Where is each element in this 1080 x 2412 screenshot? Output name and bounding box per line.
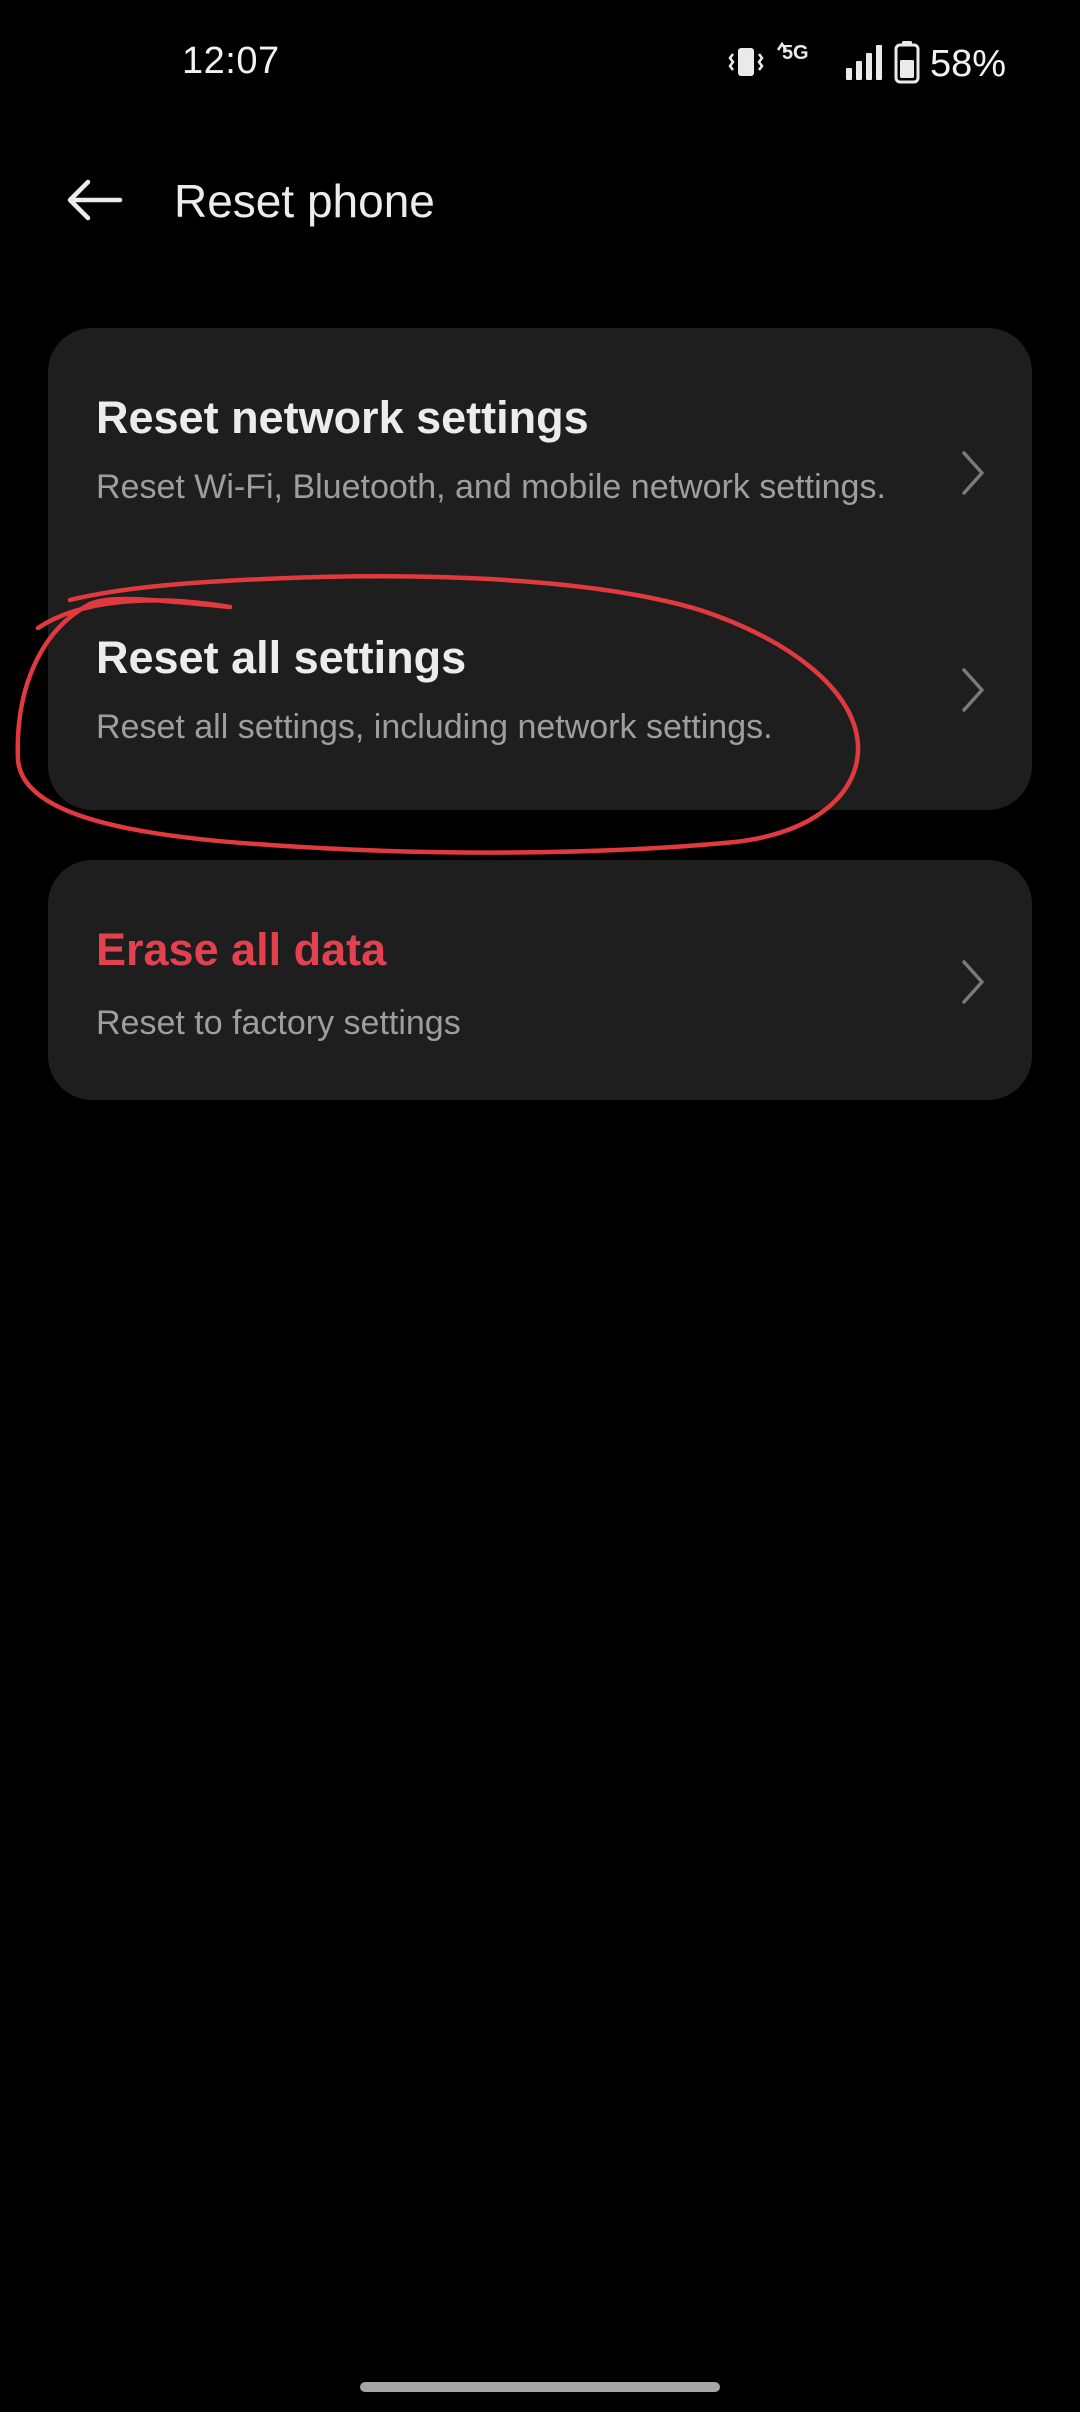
item-subtitle: Reset to factory settings: [96, 1004, 461, 1042]
chevron-right-icon: [962, 960, 984, 1004]
gesture-navigation-bar[interactable]: [360, 2382, 720, 2392]
item-title-danger: Erase all data: [96, 924, 387, 975]
back-button[interactable]: [56, 170, 132, 234]
settings-group-reset: Reset network settings Reset Wi-Fi, Blue…: [48, 328, 1032, 810]
mobile-data-icon: 5G: [776, 40, 834, 88]
item-subtitle: Reset Wi-Fi, Bluetooth, and mobile netwo…: [96, 468, 886, 506]
item-title: Reset all settings: [96, 632, 467, 683]
status-time: 12:07: [182, 40, 280, 82]
status-bar: 12:07 5G 58%: [0, 0, 1080, 128]
chevron-right-icon: [962, 451, 984, 495]
app-header: Reset phone: [0, 150, 1080, 254]
battery-icon: [894, 40, 920, 89]
erase-all-data-item[interactable]: Erase all data Reset to factory settings: [48, 860, 1032, 1100]
reset-all-settings-item[interactable]: Reset all settings Reset all settings, i…: [48, 568, 1032, 810]
status-icons: 5G 58%: [726, 40, 1006, 88]
signal-icon: [844, 42, 884, 87]
reset-network-settings-item[interactable]: Reset network settings Reset Wi-Fi, Blue…: [48, 328, 1032, 568]
chevron-right-icon: [962, 668, 984, 712]
page-title: Reset phone: [174, 175, 435, 227]
battery-percent: 58%: [929, 42, 1006, 85]
arrow-left-icon: [64, 178, 124, 227]
vibrate-icon: [726, 42, 766, 87]
item-title: Reset network settings: [96, 392, 589, 443]
settings-group-erase: Erase all data Reset to factory settings: [48, 860, 1032, 1100]
item-subtitle: Reset all settings, including network se…: [96, 708, 773, 746]
